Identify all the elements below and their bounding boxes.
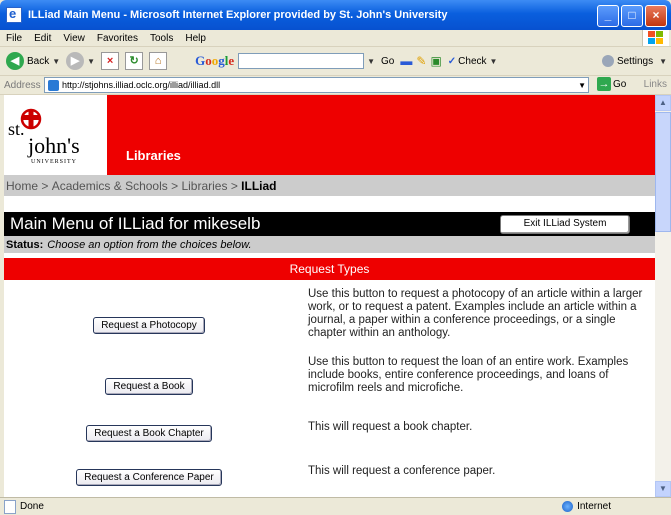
menu-favorites[interactable]: Favorites (97, 33, 138, 44)
window-title: ILLiad Main Menu - Microsoft Internet Ex… (28, 9, 448, 21)
google-toolbar: Google ▼ Go (189, 53, 394, 69)
forward-arrow-icon: ▶ (66, 52, 85, 70)
page-rank-icon[interactable]: ▬ (400, 54, 412, 68)
settings-label: Settings (616, 55, 654, 67)
stop-icon: × (101, 52, 120, 70)
go-label: Go (613, 78, 627, 90)
logo-text-st: st. (8, 119, 25, 139)
window-controls: _ □ × (597, 5, 667, 27)
chevron-down-icon: ▼ (367, 56, 376, 66)
site-header: st. john's UNIVERSITY Libraries (4, 95, 655, 175)
menu-bar: File Edit View Favorites Tools Help (0, 30, 671, 47)
settings-button[interactable]: Settings ▼ (601, 55, 667, 67)
request-book-chapter-button[interactable]: Request a Book Chapter (86, 425, 212, 442)
address-url: http://stjohns.illiad.oclc.org/illiad/il… (62, 80, 221, 90)
status-label: Status: (6, 238, 44, 251)
back-label: Back (27, 55, 50, 67)
home-icon: ⌂ (149, 52, 168, 70)
security-zone[interactable]: Internet (562, 501, 611, 512)
chevron-down-icon[interactable]: ▼ (578, 81, 586, 90)
page-title: Main Menu of ILLiad for mikeselb (10, 214, 261, 233)
globe-icon (562, 501, 574, 512)
request-description: Use this button to request a photocopy o… (308, 288, 643, 339)
address-label: Address (4, 79, 41, 91)
page-icon (48, 79, 59, 91)
chevron-down-icon: ▼ (87, 56, 96, 66)
zone-label: Internet (577, 501, 611, 512)
close-button[interactable]: × (645, 5, 667, 27)
google-logo: Google (195, 53, 235, 68)
breadcrumb-home[interactable]: Home (6, 179, 38, 193)
request-description: Use this button to request the loan of a… (308, 356, 629, 394)
google-tool-icons: ▬ ✎ ▣ (400, 54, 441, 68)
request-description: This will request a book chapter. (308, 421, 473, 433)
breadcrumb-academics[interactable]: Academics & Schools (52, 179, 168, 193)
minimize-button[interactable]: _ (597, 5, 619, 27)
back-button[interactable]: ◀ Back ▼ (6, 52, 60, 70)
header-red-panel: Libraries (107, 95, 655, 175)
chevron-down-icon: ▼ (489, 56, 498, 66)
request-types-header: Request Types (4, 258, 655, 280)
window-titlebar[interactable]: ILLiad Main Menu - Microsoft Internet Ex… (0, 0, 671, 30)
google-search-input[interactable] (238, 53, 365, 69)
scroll-thumb[interactable] (655, 112, 671, 232)
request-description: This will request a conference paper. (308, 465, 496, 477)
refresh-icon: ↻ (125, 52, 144, 70)
links-label[interactable]: Links (644, 79, 667, 90)
menu-tools[interactable]: Tools (150, 33, 173, 44)
chevron-down-icon: ▼ (659, 56, 667, 66)
logo-text-university: UNIVERSITY (31, 159, 77, 165)
main-menu-bar: Main Menu of ILLiad for mikeselb Exit IL… (4, 212, 655, 236)
stop-button[interactable]: × (101, 52, 120, 70)
menu-view[interactable]: View (63, 33, 85, 44)
spell-check-button[interactable]: ✓ Check ▼ (448, 56, 498, 67)
highlight-icon[interactable]: ✎ (416, 54, 426, 68)
libraries-title: Libraries (126, 148, 181, 163)
check-label: Check (458, 55, 487, 67)
forward-button[interactable]: ▶ ▼ (66, 52, 95, 70)
request-conference-paper-button[interactable]: Request a Conference Paper (76, 469, 222, 486)
status-message: Choose an option from the choices below. (47, 238, 252, 251)
home-button[interactable]: ⌂ (149, 52, 168, 70)
google-go-label[interactable]: Go (381, 56, 394, 67)
go-button[interactable]: → Go (597, 77, 626, 91)
chevron-down-icon: ▼ (52, 56, 61, 66)
check-icon: ✓ (447, 55, 457, 67)
address-input[interactable]: http://stjohns.illiad.oclc.org/illiad/il… (44, 77, 589, 93)
scroll-up-icon[interactable]: ▲ (655, 95, 671, 111)
exit-illiad-button[interactable]: Exit ILLiad System (500, 215, 630, 234)
breadcrumb-separator: > (227, 178, 242, 193)
address-bar: Address http://stjohns.illiad.oclc.org/i… (0, 76, 671, 95)
back-arrow-icon: ◀ (6, 52, 24, 70)
toolbar: ◀ Back ▼ ▶ ▼ × ↻ ⌂ Google ▼ Go ▬ ✎ ▣ ✓ C… (0, 47, 671, 76)
st-johns-logo[interactable]: st. john's UNIVERSITY (4, 95, 107, 175)
status-done-text: Done (20, 501, 44, 512)
status-row: Status: Choose an option from the choice… (4, 236, 655, 253)
go-arrow-icon: → (597, 77, 611, 91)
refresh-button[interactable]: ↻ (125, 52, 144, 70)
status-bar: Done Internet (0, 497, 671, 515)
windows-logo-icon (642, 30, 669, 46)
breadcrumb-separator: > (38, 178, 52, 193)
request-photocopy-button[interactable]: Request a Photocopy (93, 317, 205, 334)
breadcrumb: Home > Academics & Schools > Libraries >… (4, 175, 655, 196)
scroll-down-icon[interactable]: ▼ (655, 481, 671, 497)
status-done: Done (4, 499, 44, 514)
settings-icon (601, 55, 614, 67)
ie-icon (6, 6, 22, 23)
breadcrumb-separator: > (167, 178, 182, 193)
request-book-button[interactable]: Request a Book (105, 378, 193, 395)
vertical-scrollbar[interactable]: ▲ ▼ (655, 95, 671, 497)
menu-edit[interactable]: Edit (34, 33, 51, 44)
blocker-icon[interactable]: ▣ (430, 54, 441, 68)
maximize-button[interactable]: □ (621, 5, 643, 27)
menu-help[interactable]: Help (185, 33, 206, 44)
page-viewport: st. john's UNIVERSITY Libraries Home > A… (4, 95, 655, 497)
logo-text-johns: john's (28, 133, 80, 158)
breadcrumb-current: ILLiad (241, 178, 277, 193)
breadcrumb-libraries[interactable]: Libraries (181, 179, 227, 193)
page-icon (4, 499, 16, 514)
menu-file[interactable]: File (6, 33, 22, 44)
